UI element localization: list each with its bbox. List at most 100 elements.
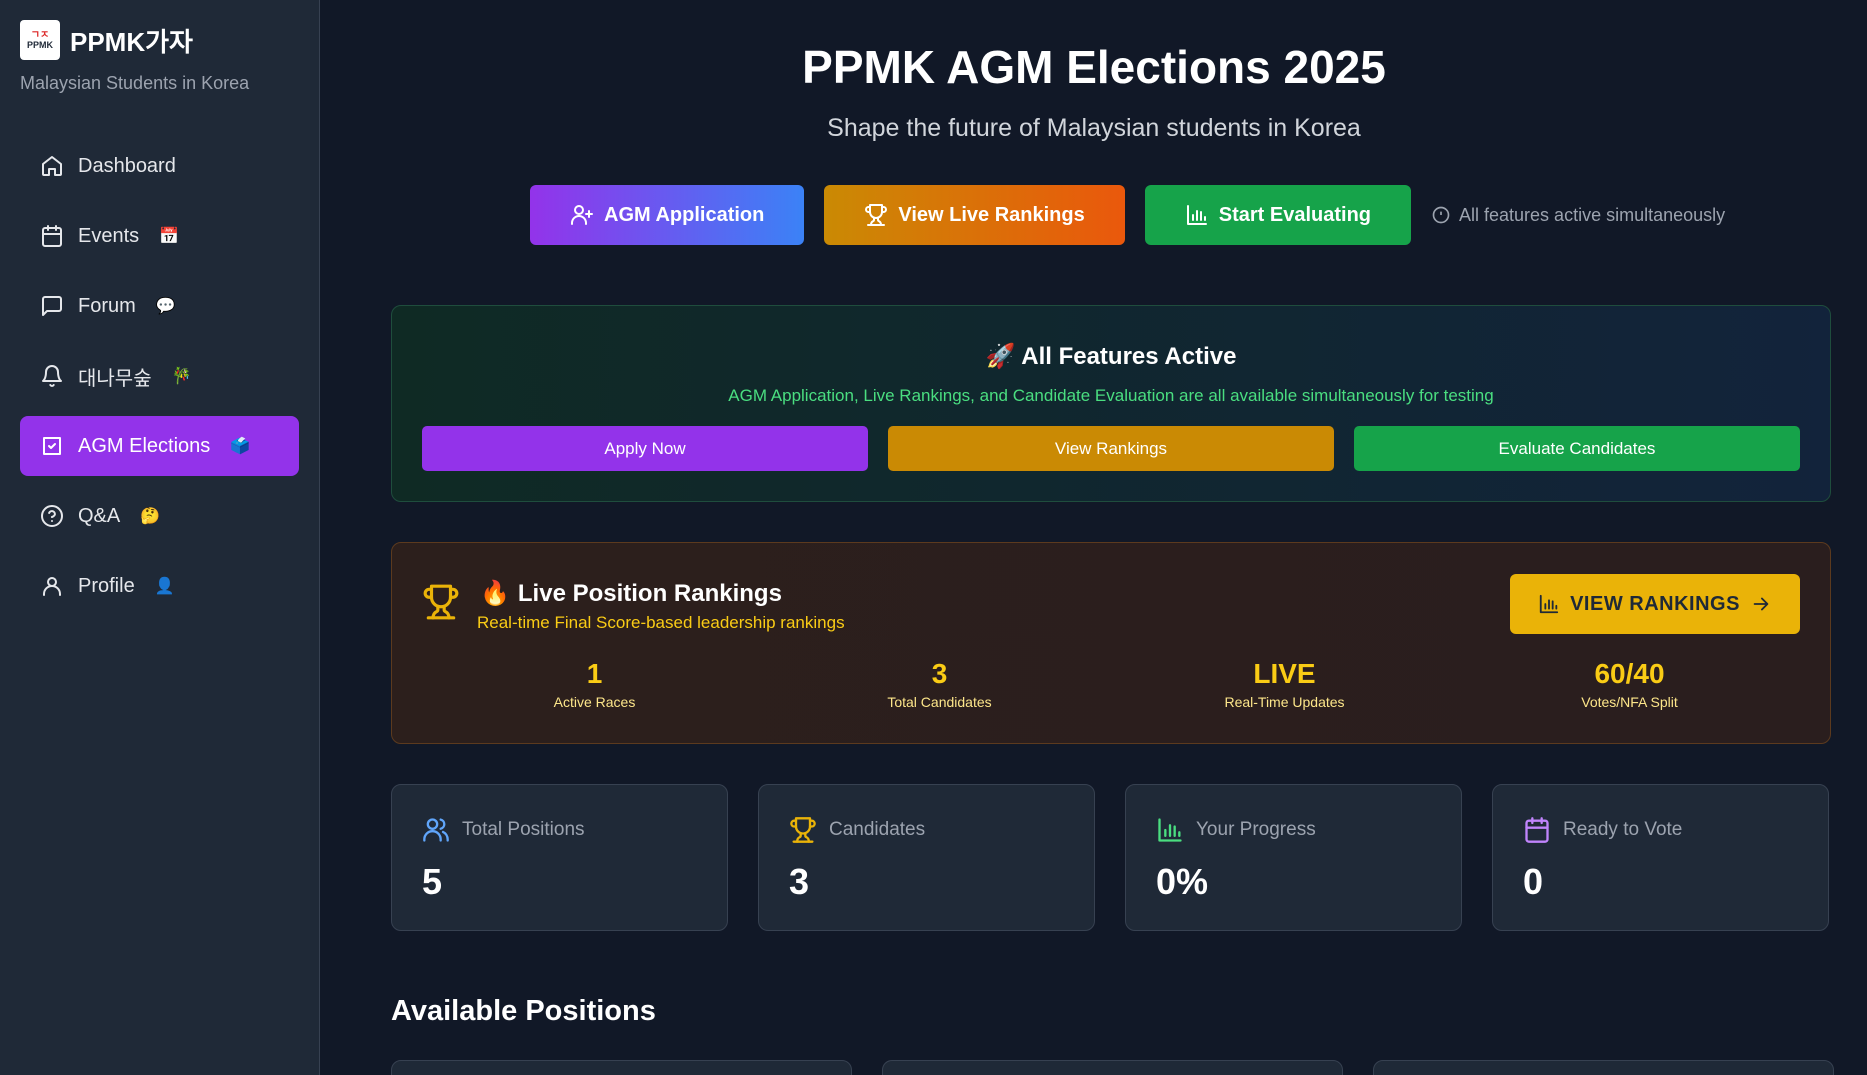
calendar-emoji-icon: 📅: [159, 228, 180, 245]
view-live-rankings-button[interactable]: View Live Rankings: [824, 185, 1125, 245]
sidebar-item-forum[interactable]: Forum 💬: [20, 276, 299, 336]
fire-icon: 🔥: [480, 580, 510, 607]
view-rankings-cta-button[interactable]: VIEW RANKINGS: [1510, 574, 1800, 634]
main-content: PPMK AGM Elections 2025 Shape the future…: [321, 0, 1867, 1075]
view-rankings-button[interactable]: View Rankings: [888, 426, 1334, 471]
sidebar-item-qna[interactable]: Q&A 🤔: [20, 486, 299, 546]
arrow-right-icon: [1753, 597, 1769, 611]
summary-stats: Total Positions 5 Candidates 3 Your Prog…: [391, 784, 1829, 931]
sidebar-item-label: Profile: [78, 574, 135, 597]
total-candidates-stat: 3 Total Candidates: [767, 658, 1112, 710]
position-cards: [391, 1060, 1834, 1075]
stat-card-value: 0%: [1156, 861, 1209, 902]
features-hint: All features active simultaneously: [1431, 205, 1725, 226]
apply-now-button[interactable]: Apply Now: [422, 426, 868, 471]
trophy-icon: [790, 817, 816, 843]
stat-label: Votes/NFA Split: [1581, 694, 1678, 710]
person-emoji-icon: 👤: [154, 578, 175, 595]
sidebar: ㄱㅈ PPMK PPMK가자 Malaysian Students in Kor…: [0, 0, 320, 1075]
user-plus-icon: [571, 205, 593, 225]
vote-icon: [40, 434, 64, 458]
feature-buttons: Apply Now View Rankings Evaluate Candida…: [422, 426, 1800, 471]
brand-name: PPMK가자: [70, 26, 193, 57]
agm-application-button[interactable]: AGM Application: [530, 185, 805, 245]
stat-card-label: Your Progress: [1196, 819, 1316, 840]
sidebar-item-dashboard[interactable]: Dashboard: [20, 136, 299, 196]
message-square-icon: [40, 294, 64, 318]
sidebar-item-label: Events: [78, 224, 140, 247]
bell-icon: [40, 364, 64, 388]
info-icon: [1432, 206, 1450, 224]
position-card[interactable]: [391, 1060, 852, 1075]
trophy-icon: [422, 583, 460, 621]
ballot-box-emoji-icon: 🗳️: [230, 438, 251, 455]
stat-label: Active Races: [553, 694, 636, 710]
ready-to-vote-card: Ready to Vote 0: [1492, 784, 1829, 931]
brand-subtitle: Malaysian Students in Korea: [20, 73, 250, 93]
stat-card-header: Total Positions: [422, 816, 585, 844]
live-rankings-card: 🔥 Live Position Rankings Real-time Final…: [391, 542, 1831, 744]
ppmk-logo: ㄱㅈ PPMK: [20, 20, 60, 60]
users-icon: [423, 818, 449, 842]
stat-card-header: Candidates: [789, 816, 925, 844]
calendar-icon: [1525, 817, 1549, 843]
stat-card-label: Candidates: [829, 819, 926, 840]
start-evaluating-label: Start Evaluating: [1218, 203, 1372, 226]
sidebar-item-events[interactable]: Events 📅: [20, 206, 299, 266]
sidebar-nav: Dashboard Events 📅 Forum 💬 대나무숲 🎋 AGM El…: [20, 136, 299, 626]
logo-text: PPMK: [26, 39, 53, 50]
sidebar-item-label: AGM Elections: [78, 434, 211, 457]
stat-value: 3: [931, 658, 948, 689]
brand[interactable]: ㄱㅈ PPMK PPMK가자: [20, 20, 193, 60]
total-positions-card: Total Positions 5: [391, 784, 728, 931]
stat-value: 60/40: [1594, 658, 1665, 689]
start-evaluating-button[interactable]: Start Evaluating: [1144, 185, 1412, 245]
stat-card-value: 5: [422, 861, 443, 902]
speech-bubble-emoji-icon: 💬: [155, 298, 176, 315]
view-live-rankings-label: View Live Rankings: [898, 203, 1085, 226]
sidebar-item-agm-elections[interactable]: AGM Elections 🗳️: [20, 416, 299, 476]
live-rankings-subtitle: Real-time Final Score-based leadership r…: [477, 613, 845, 632]
position-card[interactable]: [1373, 1060, 1834, 1075]
bar-chart-icon: [1186, 205, 1207, 225]
candidates-card: Candidates 3: [758, 784, 1095, 931]
evaluate-candidates-button[interactable]: Evaluate Candidates: [1354, 426, 1800, 471]
bar-chart-icon: [1158, 818, 1182, 842]
all-features-title: 🚀 All Features Active: [392, 342, 1830, 371]
your-progress-card: Your Progress 0%: [1125, 784, 1462, 931]
rocket-icon: 🚀: [985, 343, 1016, 370]
sidebar-item-label: 대나무숲: [78, 367, 152, 390]
calendar-icon: [40, 224, 64, 248]
stat-card-value: 3: [789, 861, 810, 902]
trophy-icon: [865, 204, 888, 226]
logo-korean-text: ㄱㅈ: [30, 29, 50, 41]
bamboo-emoji-icon: 🎋: [171, 368, 192, 385]
stat-card-header: Ready to Vote: [1523, 816, 1682, 844]
page-title: PPMK AGM Elections 2025: [802, 41, 1386, 93]
stat-value: 1: [586, 658, 603, 689]
stat-card-label: Ready to Vote: [1563, 819, 1683, 840]
position-card[interactable]: [882, 1060, 1343, 1075]
stat-value: LIVE: [1253, 658, 1316, 689]
all-features-card: 🚀 All Features Active AGM Application, L…: [391, 305, 1831, 502]
stat-card-value: 0: [1523, 861, 1544, 902]
view-rankings-cta-label: VIEW RANKINGS: [1570, 592, 1740, 615]
page-subtitle: Shape the future of Malaysian students i…: [827, 114, 1361, 142]
user-icon: [40, 574, 64, 598]
features-hint-text: All features active simultaneously: [1459, 204, 1726, 225]
live-rankings-title: 🔥 Live Position Rankings: [480, 579, 782, 608]
live-rankings-title-text: Live Position Rankings: [517, 579, 782, 607]
available-positions-heading: Available Positions: [391, 995, 656, 1027]
home-icon: [40, 154, 64, 178]
stat-label: Real-Time Updates: [1224, 694, 1345, 710]
sidebar-item-bamboo-forest[interactable]: 대나무숲 🎋: [20, 346, 299, 406]
realtime-updates-stat: LIVE Real-Time Updates: [1112, 658, 1457, 710]
stat-card-label: Total Positions: [462, 819, 585, 840]
agm-application-label: AGM Application: [604, 203, 765, 226]
stat-card-header: Your Progress: [1156, 816, 1316, 844]
sidebar-item-profile[interactable]: Profile 👤: [20, 556, 299, 616]
all-features-description: AGM Application, Live Rankings, and Cand…: [728, 386, 1494, 405]
active-races-stat: 1 Active Races: [422, 658, 767, 710]
sidebar-item-label: Dashboard: [78, 154, 176, 177]
help-circle-icon: [40, 504, 64, 528]
